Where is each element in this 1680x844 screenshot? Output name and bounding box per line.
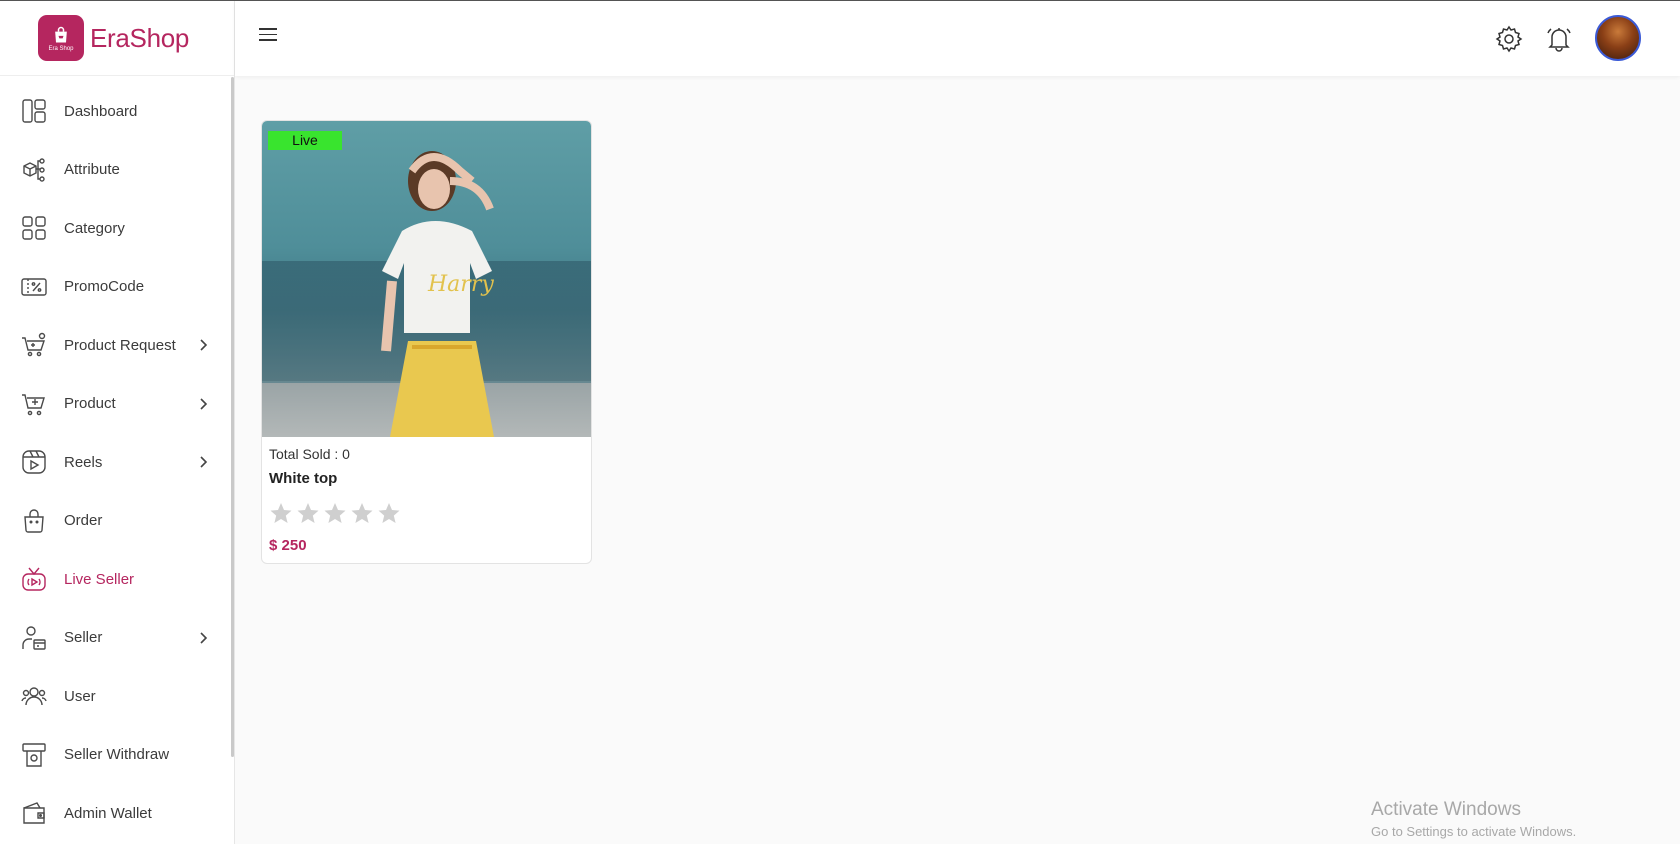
main-content: Harry Live Total Sold : 0 White top $ 25… <box>235 76 1680 844</box>
sidebar-item-label: PromoCode <box>64 278 145 296</box>
star-icon <box>296 501 320 525</box>
star-icon <box>323 501 347 525</box>
watermark-subtitle: Go to Settings to activate Windows. <box>1371 824 1577 839</box>
top-header <box>235 1 1680 76</box>
sidebar-item-promocode[interactable]: PromoCode <box>0 258 234 317</box>
bell-icon[interactable] <box>1545 25 1573 53</box>
sidebar-item-seller-withdraw[interactable]: Seller Withdraw <box>0 726 234 785</box>
sidebar-item-label: Attribute <box>64 161 120 179</box>
sidebar-item-product[interactable]: Product <box>0 375 234 434</box>
windows-activation-watermark: Activate Windows Go to Settings to activ… <box>1371 799 1576 839</box>
chevron-right-icon <box>196 338 210 352</box>
chevron-right-icon <box>196 397 210 411</box>
sidebar-item-label: Seller Withdraw <box>64 746 170 764</box>
star-icon <box>350 501 374 525</box>
seller-withdraw-icon <box>20 741 48 769</box>
category-icon <box>20 214 48 242</box>
brand-logo: Era Shop <box>38 15 84 61</box>
sidebar-item-label: Admin Wallet <box>64 804 152 822</box>
live-seller-icon <box>20 565 48 593</box>
sidebar-item-label: Order <box>64 512 103 530</box>
dashboard-icon <box>20 97 48 125</box>
sidebar-scrollbar[interactable] <box>231 77 234 757</box>
chevron-right-icon <box>196 455 210 469</box>
sidebar-item-order[interactable]: Order <box>0 492 234 551</box>
product-photo-model: Harry <box>381 151 494 437</box>
product-card-body: Total Sold : 0 White top $ 250 <box>262 437 591 554</box>
sidebar: Era Shop EraShop Dashboard Attribute Cat… <box>0 1 235 844</box>
user-icon <box>20 682 48 710</box>
sidebar-item-seller[interactable]: Seller <box>0 609 234 668</box>
sidebar-item-category[interactable]: Category <box>0 199 234 258</box>
admin-wallet-icon <box>20 799 48 827</box>
watermark-title: Activate Windows <box>1371 799 1521 820</box>
sidebar-item-label: Category <box>64 219 125 237</box>
sidebar-item-label: Reels <box>64 453 103 471</box>
sidebar-item-live-seller[interactable]: Live Seller <box>0 550 234 609</box>
star-icon <box>269 501 293 525</box>
product-image: Harry Live <box>262 121 591 437</box>
chevron-right-icon <box>196 631 210 645</box>
sidebar-item-reels[interactable]: Reels <box>0 433 234 492</box>
sidebar-item-label: Product <box>64 395 116 413</box>
shopping-bag-icon <box>55 26 67 42</box>
brand[interactable]: Era Shop EraShop <box>0 1 234 76</box>
svg-text:Harry: Harry <box>427 272 494 297</box>
product-request-icon <box>20 331 48 359</box>
sidebar-item-label: Product Request <box>64 336 176 354</box>
sidebar-item-attribute[interactable]: Attribute <box>0 141 234 200</box>
hamburger-icon[interactable] <box>259 28 277 46</box>
brand-logo-text: Era Shop <box>48 45 74 52</box>
sidebar-item-label: Live Seller <box>64 570 135 588</box>
product-card[interactable]: Harry Live Total Sold : 0 White top $ 25… <box>261 120 592 564</box>
sidebar-item-label: Seller <box>64 629 103 647</box>
rating-stars <box>269 501 584 525</box>
reels-icon <box>20 448 48 476</box>
promocode-icon <box>20 273 48 301</box>
sidebar-item-admin-wallet[interactable]: Admin Wallet <box>0 784 234 843</box>
product-icon <box>20 390 48 418</box>
sidebar-item-product-request[interactable]: Product Request <box>0 316 234 375</box>
sidebar-nav: Dashboard Attribute Category PromoCode P… <box>0 76 234 843</box>
gear-icon[interactable] <box>1495 25 1523 53</box>
seller-icon <box>20 624 48 652</box>
product-price: $ 250 <box>269 537 307 554</box>
sidebar-item-dashboard[interactable]: Dashboard <box>0 82 234 141</box>
sidebar-item-label: Dashboard <box>64 102 138 120</box>
order-icon <box>20 507 48 535</box>
sidebar-item-user[interactable]: User <box>0 667 234 726</box>
avatar[interactable] <box>1595 15 1641 61</box>
live-badge: Live <box>268 131 342 150</box>
total-sold: Total Sold : 0 <box>269 446 350 462</box>
product-name: White top <box>269 470 338 487</box>
star-icon <box>377 501 401 525</box>
brand-name: EraShop <box>90 22 190 53</box>
sidebar-item-label: User <box>64 687 96 705</box>
attribute-icon <box>20 156 48 184</box>
